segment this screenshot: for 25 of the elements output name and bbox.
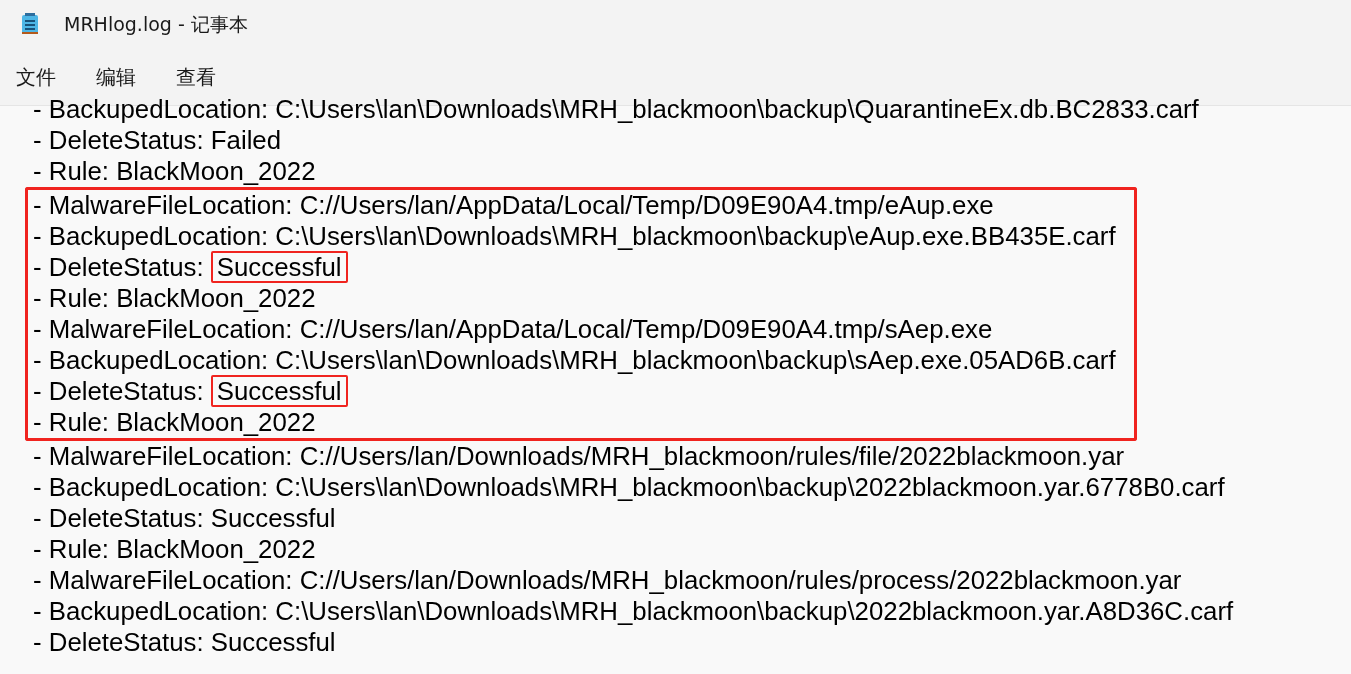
menu-item[interactable]: 编辑	[96, 61, 136, 92]
log-text: - MalwareFileLocation: C://Users/lan/Downloads/MRH_blackmoon/rules/process/2022blackmoon.yar	[33, 566, 1182, 594]
log-text: - DeleteStatus: Successful	[33, 504, 336, 532]
notepad-icon	[22, 13, 38, 35]
log-text: - MalwareFileLocation: C://Users/lan/AppData/Local/Temp/D09E90A4.tmp/eAup.exe	[33, 191, 994, 219]
log-text: - BackupedLocation: C:\Users\lan\Downloads\MRH_blackmoon\backup\QuarantineEx.db.BC2833.carf	[33, 95, 1199, 123]
log-text: - MalwareFileLocation: C://Users/lan/AppData/Local/Temp/D09E90A4.tmp/sAep.exe	[33, 315, 993, 343]
log-text: - Rule: BlackMoon_2022	[33, 157, 316, 185]
log-text: - Rule: BlackMoon_2022	[33, 408, 316, 436]
log-text: - Rule: BlackMoon_2022	[33, 535, 316, 563]
log-text: - BackupedLocation: C:\Users\lan\Downloads\MRH_blackmoon\backup\2022blackmoon.yar.A8D36C.carf	[33, 597, 1234, 625]
menu-item[interactable]: 文件	[16, 61, 56, 92]
status-value: Successful	[210, 375, 348, 407]
window-title: MRHlog.log - 记事本	[64, 11, 248, 37]
log-text: - BackupedLocation: C:\Users\lan\Downloads\MRH_blackmoon\backup\2022blackmoon.yar.6778B0.carf	[33, 473, 1225, 501]
log-text: - MalwareFileLocation: C://Users/lan/Downloads/MRH_blackmoon/rules/file/2022blackmoon.yar	[33, 442, 1125, 470]
log-text: - DeleteStatus: Successful	[33, 628, 336, 656]
menu-item[interactable]: 查看	[176, 61, 216, 92]
log-text: - BackupedLocation: C:\Users\lan\Downloads\MRH_blackmoon\backup\eAup.exe.BB435E.carf	[33, 222, 1116, 250]
log-text: - DeleteStatus: Failed	[33, 126, 282, 154]
log-text: - BackupedLocation: C:\Users\lan\Downloads\MRH_blackmoon\backup\sAep.exe.05AD6B.carf	[33, 346, 1116, 374]
log-text: - DeleteStatus:	[33, 377, 204, 405]
log-text: - DeleteStatus:	[33, 253, 204, 281]
log-text: - Rule: BlackMoon_2022	[33, 284, 316, 312]
status-value: Successful	[210, 251, 348, 283]
